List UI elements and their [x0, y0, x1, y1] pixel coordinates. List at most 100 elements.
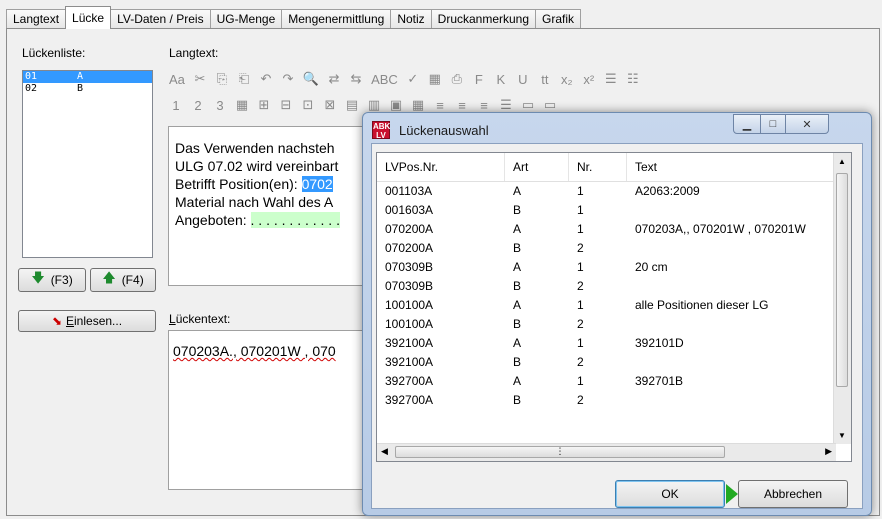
table-tool-icon[interactable]: 1 [169, 98, 183, 113]
scroll-thumb[interactable] [836, 173, 848, 387]
format-tool-icon[interactable]: ▦ [428, 71, 442, 87]
format-tool-icon[interactable]: F [472, 72, 486, 87]
table-row[interactable]: 001103A A 1 A2063:2009 [377, 182, 834, 201]
format-tool-icon[interactable]: ⇄ [327, 71, 341, 87]
format-tool-icon[interactable]: U [516, 72, 530, 87]
table-row[interactable]: 100100A B 2 [377, 315, 834, 334]
col-header-nr[interactable]: Nr. [569, 153, 627, 181]
table-row[interactable]: 070309B A 1 20 cm [377, 258, 834, 277]
maximize-button[interactable]: □ [760, 114, 786, 134]
horizontal-scrollbar[interactable]: ◀ ⋮ ▶ [377, 443, 836, 461]
list-item[interactable]: 02 B [23, 83, 152, 95]
table-tool-icon[interactable]: ▭ [543, 97, 557, 113]
table-tool-icon[interactable]: ▭ [521, 97, 535, 113]
format-tool-icon[interactable]: ☰ [604, 71, 618, 87]
format-tool-icon[interactable]: ✂ [193, 71, 207, 87]
scroll-thumb-horizontal[interactable]: ⋮ [395, 446, 725, 458]
table-row[interactable]: 070309B B 2 [377, 277, 834, 296]
col-header-lvpos[interactable]: LVPos.Nr. [377, 153, 505, 181]
gap-list-label: Lückenliste: [22, 46, 86, 60]
table-tool-icon[interactable]: ▤ [345, 97, 359, 113]
table-tool-icon[interactable]: ⊠ [323, 97, 337, 113]
vertical-scrollbar[interactable]: ▲ ▼ [833, 153, 851, 444]
format-tool-icon[interactable]: ✓ [406, 71, 420, 87]
format-tool-icon[interactable]: ⎙ [450, 71, 464, 87]
import-icon: ⬊ [51, 314, 62, 328]
table-tool-icon[interactable]: 3 [213, 98, 227, 113]
scroll-left-icon[interactable]: ◀ [381, 446, 388, 457]
format-tool-icon[interactable]: tt [538, 72, 552, 87]
close-button[interactable]: ✕ [785, 114, 829, 134]
table-tool-icon[interactable]: ⊞ [257, 97, 271, 113]
table-tool-icon[interactable]: ≡ [455, 98, 469, 113]
gap-field[interactable]: . . . . . . . . . . . . [250, 212, 340, 228]
table-cell: 001103A [385, 184, 433, 198]
col-header-text[interactable]: Text [627, 153, 834, 181]
scroll-down-icon[interactable]: ▼ [838, 431, 846, 440]
table-row[interactable]: 392700A B 2 [377, 391, 834, 410]
format-tool-icon[interactable]: ↶ [259, 71, 273, 87]
tab-luecke[interactable]: Lücke [65, 6, 112, 29]
table-header: LVPos.Nr. Art Nr. Text [377, 153, 834, 182]
table-row[interactable]: 392100A B 2 [377, 353, 834, 372]
tab-langtext[interactable]: Langtext [6, 9, 67, 28]
format-tool-icon[interactable]: ☷ [626, 71, 640, 87]
table-row[interactable]: 001603A B 1 [377, 201, 834, 220]
table-cell: B [513, 317, 522, 331]
table-row[interactable]: 070200A A 1 070203A,, 070201W , 070201W [377, 220, 834, 239]
table-cell: A [513, 374, 522, 388]
format-tool-icon[interactable]: x₂ [560, 72, 574, 87]
format-tool-icon[interactable]: x² [582, 72, 596, 87]
format-tool-icon[interactable]: K [494, 72, 508, 87]
tab-grafik[interactable]: Grafik [535, 9, 582, 28]
scroll-up-icon[interactable]: ▲ [838, 157, 846, 166]
read-in-button[interactable]: ⬊ Einlesen... [18, 310, 156, 332]
col-header-art[interactable]: Art [505, 153, 569, 181]
table-cell: 1 [577, 374, 584, 388]
format-tool-icon[interactable]: ABC [371, 72, 398, 87]
table-tool-icon[interactable]: ≡ [477, 98, 491, 113]
table-tool-icon[interactable]: ⊟ [279, 97, 293, 113]
table-tool-icon[interactable]: ⊡ [301, 97, 315, 113]
table-cell: 070309B [385, 279, 434, 293]
table-tool-icon[interactable]: ≡ [433, 98, 447, 113]
minimize-button[interactable]: ▁ [733, 114, 761, 134]
list-item[interactable]: 01 A [23, 71, 152, 83]
gap-listbox[interactable]: 01 A 02 B [22, 70, 153, 258]
scroll-right-icon[interactable]: ▶ [825, 446, 832, 457]
move-down-button[interactable]: 🡇 (F3) [18, 268, 86, 292]
table-tool-icon[interactable]: ▦ [411, 97, 425, 113]
tab-mengenermittlung[interactable]: Mengenermittlung [281, 9, 392, 28]
tab-lv-daten-preis[interactable]: LV-Daten / Preis [110, 9, 211, 28]
table-cell: 1 [577, 298, 584, 312]
tab-druckanmerkung[interactable]: Druckanmerkung [430, 9, 537, 28]
table-row[interactable]: 070200A B 2 [377, 239, 834, 258]
table-cell: 392100A [385, 355, 434, 369]
move-up-button[interactable]: 🡅 (F4) [90, 268, 156, 292]
table-row[interactable]: 392100A A 1 392101D [377, 334, 834, 353]
format-tool-icon[interactable]: ⎗ [237, 71, 251, 87]
format-tool-icon[interactable]: ⇆ [349, 71, 363, 87]
table-tool-icon[interactable]: ▦ [235, 97, 249, 113]
table-row[interactable]: 392700A A 1 392701B [377, 372, 834, 391]
table-cell [627, 277, 834, 296]
table-row[interactable]: 100100A A 1 alle Positionen dieser LG [377, 296, 834, 315]
table-tool-icon[interactable]: ▣ [389, 97, 403, 113]
table-cell: B [513, 393, 522, 407]
format-tool-icon[interactable]: ↷ [281, 71, 295, 87]
table-tool-icon[interactable]: ▥ [367, 97, 381, 113]
table-cell: A [513, 298, 522, 312]
arrow-up-icon: 🡅 [102, 270, 116, 285]
gap-table[interactable]: LVPos.Nr. Art Nr. Text 001103A A 1 A2063:20… [376, 152, 852, 462]
table-tool-icon[interactable]: ☰ [499, 97, 513, 113]
table-tool-icon[interactable]: 2 [191, 98, 205, 113]
ok-button[interactable]: OK [615, 480, 725, 508]
format-tool-icon[interactable]: ⎘ [215, 71, 229, 87]
format-tool-icon[interactable]: Aa [169, 72, 185, 87]
table-cell: 1 [577, 260, 584, 274]
tab-ug-menge[interactable]: UG-Menge [209, 9, 283, 28]
gap-selection-dialog: ABK LV Lückenauswahl ▁ □ ✕ LVPos.Nr. Art… [362, 112, 872, 516]
format-tool-icon[interactable]: 🔍 [303, 71, 319, 87]
cancel-button[interactable]: Abbrechen [738, 480, 848, 508]
tab-notiz[interactable]: Notiz [390, 9, 432, 28]
